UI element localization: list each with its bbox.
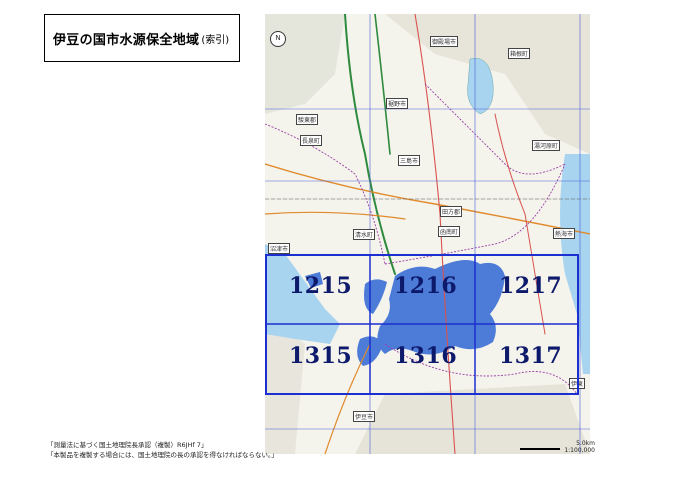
mountain-area xyxy=(355,384,590,454)
place-label: 湯河原町 xyxy=(532,140,561,151)
place-label: 伊豆市 xyxy=(353,411,376,422)
tile-label-1316[interactable]: 1316 xyxy=(394,343,457,369)
place-label: 裾野市 xyxy=(386,98,409,109)
tile-label-1217[interactable]: 1217 xyxy=(499,273,562,299)
place-label: 清水町 xyxy=(353,229,376,240)
tile-label-1216[interactable]: 1216 xyxy=(394,273,457,299)
tile-label-1215[interactable]: 1215 xyxy=(289,273,352,299)
title-box: 伊豆の国市水源保全地域 (索引) xyxy=(44,14,240,62)
tile-label-1317[interactable]: 1317 xyxy=(499,343,562,369)
place-label: 御殿場市 xyxy=(430,36,459,47)
map-title: 伊豆の国市水源保全地域 xyxy=(53,32,200,48)
place-label: 沼津市 xyxy=(268,243,291,254)
credit-line-2: 「本製品を複製する場合には、国土地理院の長の承認を得なければならない。」 xyxy=(47,451,278,459)
scale-legend: 5.0km 1:100,000 xyxy=(564,440,595,454)
place-label: 長泉町 xyxy=(300,135,323,146)
scale-distance: 5.0km xyxy=(576,440,595,447)
tile-label-1315[interactable]: 1315 xyxy=(289,343,352,369)
place-label: 函南町 xyxy=(438,226,461,237)
place-label: 田方郡 xyxy=(440,206,463,217)
map-base xyxy=(265,14,590,454)
scale-bar xyxy=(520,448,560,450)
scale-ratio: 1:100,000 xyxy=(564,447,595,454)
place-label: 熱海市 xyxy=(553,228,576,239)
north-arrow-icon: N xyxy=(270,31,286,47)
place-label: 箱根町 xyxy=(508,48,531,59)
place-label: 駿東郡 xyxy=(296,114,319,125)
survey-credit: 「測量法に基づく国土地理院長承認（複製）R6JHf 7」 「本製品を複製する場合… xyxy=(47,440,347,460)
map-subtitle: (索引) xyxy=(201,34,230,46)
topographic-map[interactable] xyxy=(265,14,590,454)
credit-line-1: 「測量法に基づく国土地理院長承認（複製）R6JHf 7」 xyxy=(47,441,208,449)
place-label: 伊東 xyxy=(569,378,586,389)
place-label: 三島市 xyxy=(398,155,421,166)
